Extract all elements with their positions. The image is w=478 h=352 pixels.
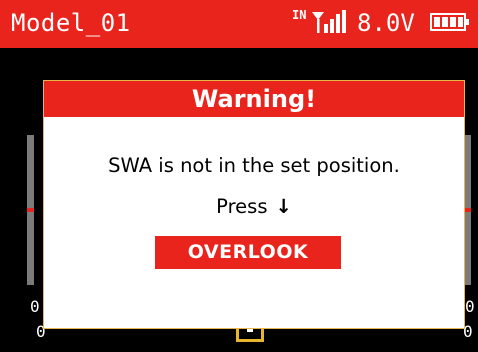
press-instruction: Press ↓ (44, 194, 464, 220)
voltage-readout: 8.0V (357, 9, 415, 37)
overlook-button[interactable]: OVERLOOK (155, 236, 341, 269)
dialog-message: SWA is not in the set position. (108, 154, 400, 177)
signal-strength-icon (312, 10, 346, 33)
left-trim-label: 0 (30, 297, 40, 316)
model-name: Model_01 (11, 9, 131, 37)
right-trim-gauge (464, 135, 471, 285)
warning-dialog: Warning! SWA is not in the set position.… (43, 80, 465, 329)
right-trim-label: 0 (465, 297, 475, 316)
input-label: IN (292, 8, 307, 22)
down-arrow-icon: ↓ (275, 195, 292, 218)
battery-icon (430, 13, 469, 31)
left-trim-gauge (27, 135, 34, 285)
press-label: Press (216, 195, 268, 218)
dialog-title: Warning! (44, 81, 464, 117)
status-bar: Model_01 IN 8.0V (0, 0, 478, 48)
